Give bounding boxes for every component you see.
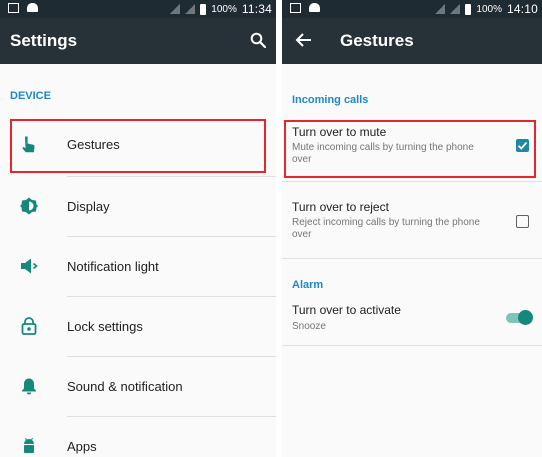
signal-icon [170, 4, 181, 14]
gestures-screen: 100% 14:10 Gestures Incoming calls Turn … [282, 0, 542, 457]
clock: 14:10 [506, 2, 538, 16]
notification-light-icon [21, 258, 38, 274]
divider [282, 258, 542, 259]
settings-item-label: Sound & notification [67, 379, 183, 394]
settings-item-label: Notification light [67, 259, 159, 274]
settings-item-label: Lock settings [67, 319, 143, 334]
divider [67, 236, 276, 237]
app-bar: Gestures [282, 18, 542, 64]
pref-title: Turn over to reject [292, 200, 389, 214]
divider [282, 181, 542, 182]
signal-icon [185, 4, 196, 14]
pref-summary: Reject incoming calls by turning the pho… [292, 217, 480, 240]
android-notif-icon [309, 3, 320, 12]
android-notif-icon [27, 3, 38, 12]
screenshot-icon [8, 3, 19, 13]
signal-icon [450, 4, 461, 14]
divider [67, 356, 276, 357]
divider [67, 296, 276, 297]
battery-icon [465, 3, 472, 15]
brightness-icon [20, 197, 38, 215]
pref-summary: Snooze [292, 321, 326, 332]
page-title: Gestures [340, 31, 414, 50]
settings-item-notification-light[interactable]: Notification light [0, 236, 276, 297]
reject-checkbox[interactable] [516, 215, 529, 228]
status-bar: 100% 11:34 [0, 0, 276, 18]
settings-item-lock-settings[interactable]: Lock settings [0, 296, 276, 357]
lock-icon [21, 317, 37, 335]
divider [67, 416, 276, 417]
section-header-alarm: Alarm [292, 279, 324, 291]
highlight-box [10, 119, 266, 173]
clock: 11:34 [241, 2, 272, 16]
signal-icon [435, 4, 446, 14]
settings-item-label: Display [67, 199, 110, 214]
pref-turn-over-to-reject[interactable]: Turn over to reject Reject incoming call… [282, 181, 542, 259]
android-icon [24, 437, 34, 453]
toggle-thumb [518, 310, 533, 325]
settings-screen: 100% 11:34 Settings DEVICE Gestures Disp… [0, 0, 276, 457]
settings-item-display[interactable]: Display [0, 176, 276, 237]
section-header-incoming-calls: Incoming calls [292, 94, 369, 106]
divider [67, 176, 276, 177]
screenshot-icon [290, 3, 301, 13]
battery-percent: 100% [476, 3, 502, 15]
divider [282, 345, 542, 346]
pref-title: Turn over to activate [292, 303, 401, 317]
section-header-device: DEVICE [10, 90, 51, 102]
settings-item-sound-notification[interactable]: Sound & notification [0, 356, 276, 417]
bell-icon [22, 378, 36, 395]
battery-icon [200, 3, 207, 15]
status-bar: 100% 14:10 [282, 0, 542, 18]
highlight-box [284, 120, 536, 178]
back-arrow-icon[interactable] [294, 30, 314, 50]
battery-percent: 100% [211, 3, 237, 15]
settings-item-apps[interactable]: Apps [0, 416, 276, 457]
search-icon[interactable] [250, 32, 266, 48]
page-title: Settings [10, 31, 78, 50]
settings-item-label: Apps [67, 439, 97, 454]
app-bar: Settings [0, 18, 276, 64]
pref-turn-over-to-activate[interactable]: Turn over to activate Snooze [282, 296, 542, 346]
